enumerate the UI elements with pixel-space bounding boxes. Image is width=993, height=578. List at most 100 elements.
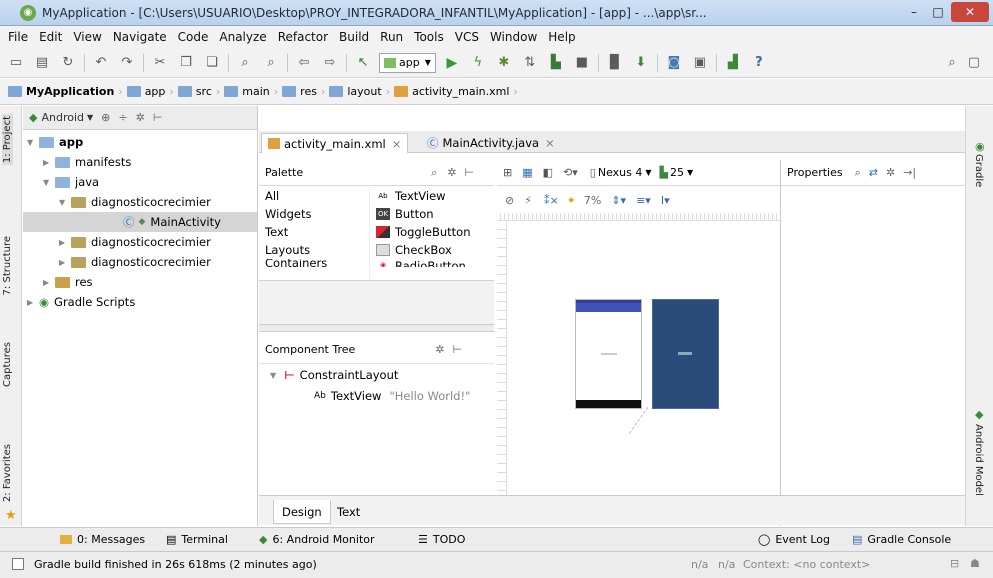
hide-icon[interactable]: ⊢	[453, 343, 463, 356]
resize-handle[interactable]	[629, 406, 659, 442]
run-icon[interactable]: ▶	[442, 53, 462, 73]
tool-windows-toggle-icon[interactable]	[12, 558, 24, 570]
palette-category[interactable]: Layouts	[259, 241, 369, 259]
menu-edit[interactable]: Edit	[39, 30, 62, 44]
window-layout-icon[interactable]: ▢	[964, 53, 984, 73]
breadcrumb-item[interactable]: MyApplication ›	[8, 85, 123, 98]
menu-refactor[interactable]: Refactor	[278, 30, 328, 44]
tree-node-mainactivity[interactable]: Ⓒ ◆ MainActivity	[23, 212, 257, 232]
gear-icon[interactable]: ✲	[886, 166, 895, 179]
menu-build[interactable]: Build	[339, 30, 369, 44]
infer-constraints-icon[interactable]: ✦	[567, 194, 576, 207]
maximize-button[interactable]: □	[927, 2, 949, 22]
run-config-select[interactable]: app ▼	[379, 52, 436, 73]
clear-constraints-icon[interactable]: ⁑×	[544, 194, 559, 207]
project-tool-tab[interactable]: 1: Project	[2, 114, 13, 166]
menu-window[interactable]: Window	[490, 30, 537, 44]
menu-analyze[interactable]: Analyze	[219, 30, 266, 44]
breadcrumb-item[interactable]: layout ›	[329, 85, 390, 98]
palette-category[interactable]: Containers	[259, 259, 369, 267]
palette-category[interactable]: Widgets	[259, 205, 369, 223]
palette-item-radiobutton[interactable]: ◉ RadioButton	[370, 259, 494, 267]
pack-icon[interactable]: ⇕▾	[611, 194, 626, 207]
help-icon[interactable]: ?	[749, 53, 769, 73]
todo-tool-tab[interactable]: ☰ TODO	[418, 533, 465, 546]
palette-category[interactable]: All	[259, 187, 369, 205]
align-icon[interactable]: ≡▾	[636, 194, 651, 207]
attach-debugger-icon[interactable]: ⇅	[520, 53, 540, 73]
lock-icon[interactable]: ⊟	[950, 557, 959, 570]
tab-design[interactable]: Design	[273, 500, 331, 524]
chevron-down-icon[interactable]: ▼	[645, 168, 651, 177]
search-everywhere-icon[interactable]: ⌕	[942, 53, 962, 73]
gear-icon[interactable]: ✲	[447, 166, 456, 179]
api-select[interactable]: 25	[670, 166, 684, 179]
palette-item-checkbox[interactable]: CheckBox	[370, 241, 494, 259]
messages-tool-tab[interactable]: 0: Messages	[60, 533, 145, 546]
blueprint-preview[interactable]	[652, 299, 719, 409]
splitter[interactable]	[259, 324, 494, 332]
inspector-icon[interactable]: ☗	[970, 557, 980, 570]
paste-icon[interactable]: ❏	[202, 53, 222, 73]
event-log-tool-tab[interactable]: ◯ Event Log	[758, 533, 830, 546]
forward-icon[interactable]: ⇨	[320, 53, 340, 73]
guidelines-icon[interactable]: I▾	[661, 194, 670, 207]
hello-textview-preview[interactable]	[601, 353, 617, 355]
android-model-tool-tab[interactable]: Android Model	[973, 424, 984, 496]
breadcrumb-item[interactable]: src ›	[177, 85, 220, 98]
undo-icon[interactable]: ↶	[91, 53, 111, 73]
tree-node-gradle-scripts[interactable]: ▶ ◉ Gradle Scripts	[27, 292, 135, 312]
favorites-tool-tab[interactable]: 2: Favorites	[2, 444, 13, 502]
tree-node-package[interactable]: ▼ diagnosticocrecimier	[59, 192, 211, 212]
tab-text[interactable]: Text	[329, 500, 368, 524]
menu-navigate[interactable]: Navigate	[113, 30, 167, 44]
default-margins-icon[interactable]: ⚡	[524, 194, 532, 207]
gear-icon[interactable]: ✲	[136, 111, 145, 124]
apply-changes-icon[interactable]: ϟ	[468, 53, 488, 73]
tree-node-package[interactable]: ▶ diagnosticocrecimier	[59, 232, 211, 252]
design-view-icon[interactable]: ⊞	[503, 166, 512, 179]
palette-item-button[interactable]: OK Button	[370, 205, 494, 223]
sync-gradle-icon[interactable]: ◙	[664, 53, 684, 73]
tree-node-app[interactable]: ▼ app	[27, 132, 83, 152]
redo-icon[interactable]: ↷	[117, 53, 137, 73]
chevron-down-icon[interactable]: ▼	[687, 168, 693, 177]
find-icon[interactable]: ⌕	[235, 53, 255, 73]
menu-file[interactable]: File	[8, 30, 28, 44]
menu-vcs[interactable]: VCS	[455, 30, 479, 44]
back-icon[interactable]: ⇦	[294, 53, 314, 73]
open-folder-icon[interactable]: ▭	[6, 53, 26, 73]
component-constraintlayout[interactable]: ▼ ⊢ ConstraintLayout	[270, 368, 398, 382]
breadcrumb-item[interactable]: main ›	[224, 85, 278, 98]
project-structure-icon[interactable]: ▣	[690, 53, 710, 73]
android-device-monitor-icon[interactable]: ▟	[723, 53, 743, 73]
tree-node-manifests[interactable]: ▶ manifests	[43, 152, 131, 172]
component-textview[interactable]: Ab TextView "Hello World!"	[314, 389, 470, 403]
sync-icon[interactable]: ↻	[58, 53, 78, 73]
breadcrumb-item[interactable]: res ›	[282, 85, 325, 98]
captures-tool-tab[interactable]: Captures	[2, 342, 13, 387]
structure-tool-tab[interactable]: 7: Structure	[2, 236, 13, 295]
gradle-tool-tab[interactable]: Gradle	[973, 154, 984, 187]
replace-icon[interactable]: ⌕	[261, 53, 281, 73]
both-view-icon[interactable]: ◧	[543, 166, 553, 179]
search-icon[interactable]: ⌕	[431, 166, 437, 180]
menu-tools[interactable]: Tools	[414, 30, 444, 44]
close-icon[interactable]: ×	[392, 137, 402, 151]
tab-mainactivity[interactable]: Ⓒ MainActivity.java ×	[421, 133, 561, 153]
close-button[interactable]: ✕	[951, 2, 989, 22]
hide-icon[interactable]: ⊢	[465, 166, 475, 179]
palette-category[interactable]: Text	[259, 223, 369, 241]
device-select[interactable]: Nexus 4	[598, 166, 643, 179]
collapse-icon[interactable]: ÷	[118, 111, 127, 124]
design-canvas[interactable]	[497, 213, 780, 495]
chevron-down-icon[interactable]: ▼	[87, 113, 93, 122]
tree-node-java[interactable]: ▼ java	[43, 172, 99, 192]
copy-icon[interactable]: ❐	[176, 53, 196, 73]
menu-help[interactable]: Help	[548, 30, 575, 44]
terminal-tool-tab[interactable]: ▤ Terminal	[166, 533, 228, 546]
stop-icon[interactable]: ■	[572, 53, 592, 73]
tree-node-package[interactable]: ▶ diagnosticocrecimier	[59, 252, 211, 272]
gear-icon[interactable]: ✲	[435, 343, 444, 356]
tab-activity-main[interactable]: activity_main.xml ×	[261, 133, 409, 153]
